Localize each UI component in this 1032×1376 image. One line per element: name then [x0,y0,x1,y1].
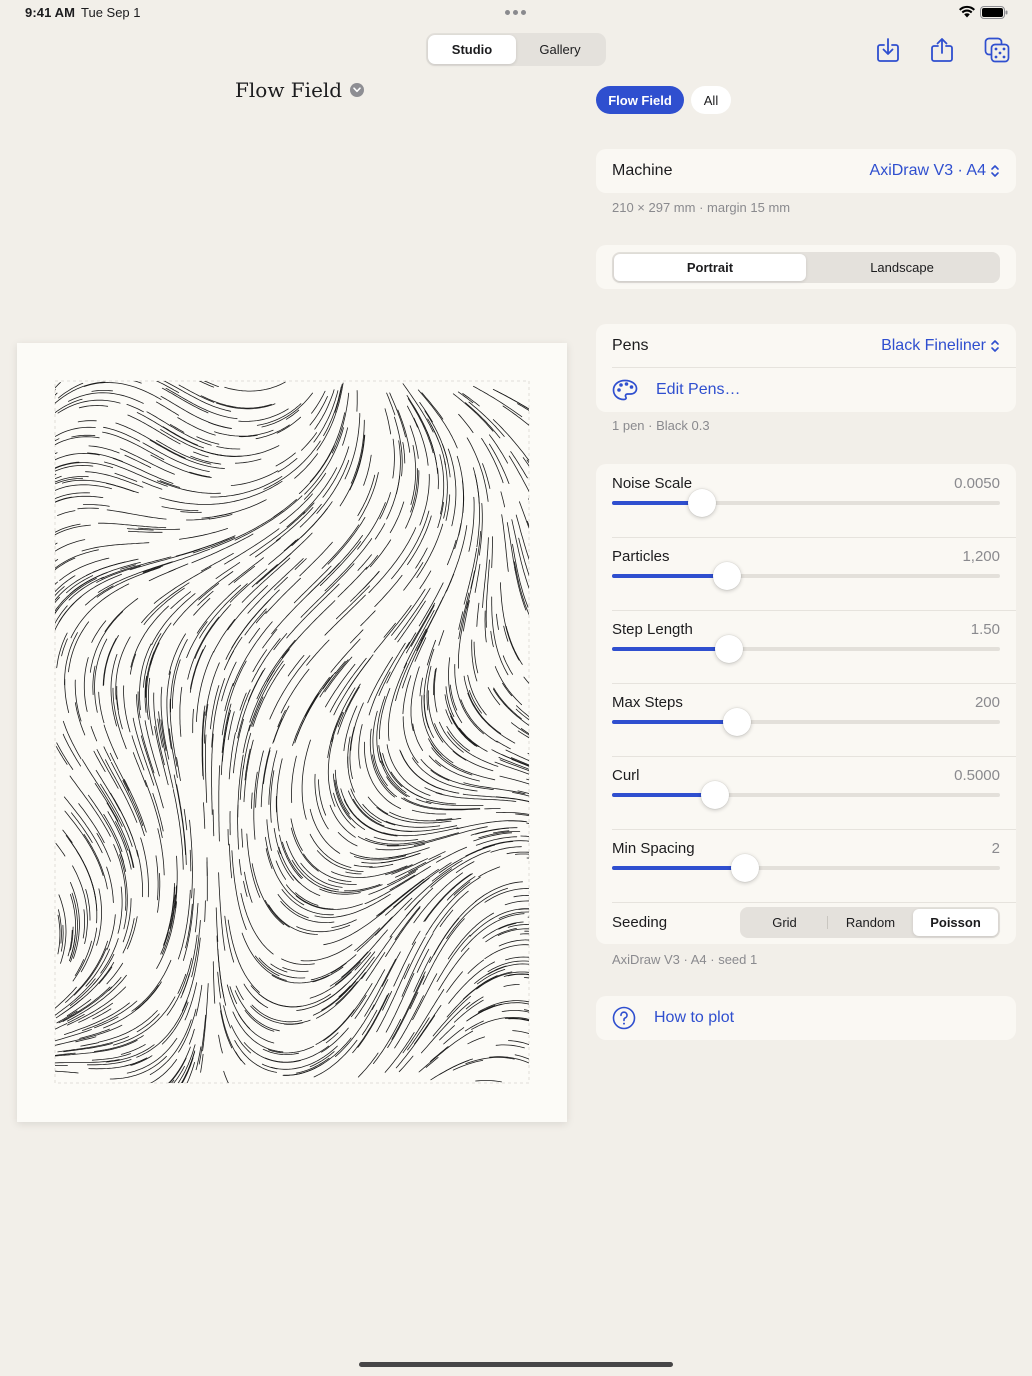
artwork-canvas[interactable] [17,343,567,1122]
pens-card: Pens Black Fineliner Edit Pens… [596,324,1016,412]
slider-fill [612,866,746,870]
seeding-poisson[interactable]: Poisson [913,909,998,936]
battery-icon [980,6,1008,19]
param-value: 0.5000 [954,767,1000,784]
slider-thumb[interactable] [713,562,742,590]
seeding-random[interactable]: Random [828,909,913,936]
machine-card: Machine AxiDraw V3 · A4 [596,149,1016,193]
param-value: 0.0050 [954,475,1000,492]
mode-segmented-control: Studio Gallery [426,33,606,66]
seeding-label: Seeding [612,914,668,931]
parameters-card: Noise Scale 0.0050 Particles 1,200 Step Leng… [596,464,1016,944]
pens-label: Pens [612,337,649,354]
multitasking-dots-icon[interactable] [505,10,526,15]
tab-gallery[interactable]: Gallery [516,35,604,64]
home-indicator[interactable] [359,1362,673,1367]
param-label: Max Steps [612,694,683,711]
how-to-plot-label: How to plot [654,1009,735,1026]
share-icon [931,38,953,62]
slider-thumb[interactable] [723,708,752,736]
machine-label: Machine [612,162,673,179]
machine-picker[interactable]: AxiDraw V3 · A4 [870,162,1000,180]
step-length-slider[interactable] [612,635,1000,663]
chevron-up-down-icon [991,165,999,177]
download-icon [877,38,899,62]
param-label: Curl [612,767,640,784]
param-value: 1,200 [962,548,1000,565]
orientation-portrait[interactable]: Portrait [614,254,806,281]
machine-caption: 210 × 297 mm · margin 15 mm [612,200,791,215]
param-curl: Curl 0.5000 [596,756,1016,829]
param-label: Step Length [612,621,693,638]
dice-icon [984,37,1010,63]
edit-pens-label: Edit Pens… [656,381,741,398]
pen-value: Black Fineliner [881,337,986,354]
slider-fill [612,647,730,651]
max-steps-slider[interactable] [612,708,1000,736]
pens-caption: 1 pen · Black 0.3 [612,418,710,433]
slider-thumb[interactable] [687,489,716,517]
param-max-steps: Max Steps 200 [596,683,1016,756]
tab-studio[interactable]: Studio [428,35,516,64]
param-noise-scale: Noise Scale 0.0050 [596,464,1016,537]
palette-icon [612,379,638,401]
slider-fill [612,720,738,724]
seeding-row: Seeding Grid Random Poisson [596,907,1016,938]
edit-pens-button[interactable]: Edit Pens… [612,368,1000,412]
wifi-icon [959,5,975,18]
curl-slider[interactable] [612,781,1000,809]
flow-field-artwork [54,380,530,1084]
filter-chip-all[interactable]: All [691,86,731,114]
document-title: Flow Field [235,78,343,102]
param-particles: Particles 1,200 [596,537,1016,610]
download-button[interactable] [875,36,901,64]
param-step-length: Step Length 1.50 [596,610,1016,683]
seeding-grid[interactable]: Grid [742,909,827,936]
slider-thumb[interactable] [731,854,760,882]
orientation-segmented-control: Portrait Landscape [612,252,1000,283]
param-label: Noise Scale [612,475,693,492]
question-circle-icon [612,1006,636,1030]
slider-thumb[interactable] [715,635,744,663]
orientation-landscape[interactable]: Landscape [806,254,998,281]
param-value: 2 [991,840,1000,857]
param-min-spacing: Min Spacing 2 [596,829,1016,902]
orientation-card: Portrait Landscape [596,245,1016,289]
slider-fill [612,574,728,578]
chevron-up-down-icon [991,340,999,352]
noise-scale-slider[interactable] [612,489,1000,517]
share-button[interactable] [929,36,955,64]
randomize-button[interactable] [984,36,1010,64]
summary-caption: AxiDraw V3 · A4 · seed 1 [612,952,758,967]
status-time: 9:41 AM [25,5,76,20]
param-value: 1.50 [970,621,1000,638]
slider-fill [612,793,716,797]
param-label: Particles [612,548,670,565]
status-date: Tue Sep 1 [81,5,141,20]
param-label: Min Spacing [612,840,695,857]
document-title-menu[interactable]: Flow Field [235,78,365,102]
param-value: 200 [974,694,1000,711]
pen-picker[interactable]: Black Fineliner [881,337,1000,355]
particles-slider[interactable] [612,562,1000,590]
min-spacing-slider[interactable] [612,854,1000,882]
chevron-down-icon [350,83,365,97]
filter-chip-flow-field[interactable]: Flow Field [596,86,684,114]
how-to-plot-button[interactable]: How to plot [596,996,1016,1040]
status-bar: 9:41 AM Tue Sep 1 [0,0,1032,24]
machine-value: AxiDraw V3 · A4 [869,162,986,179]
seeding-segmented-control: Grid Random Poisson [740,907,1000,938]
slider-thumb[interactable] [701,781,730,809]
